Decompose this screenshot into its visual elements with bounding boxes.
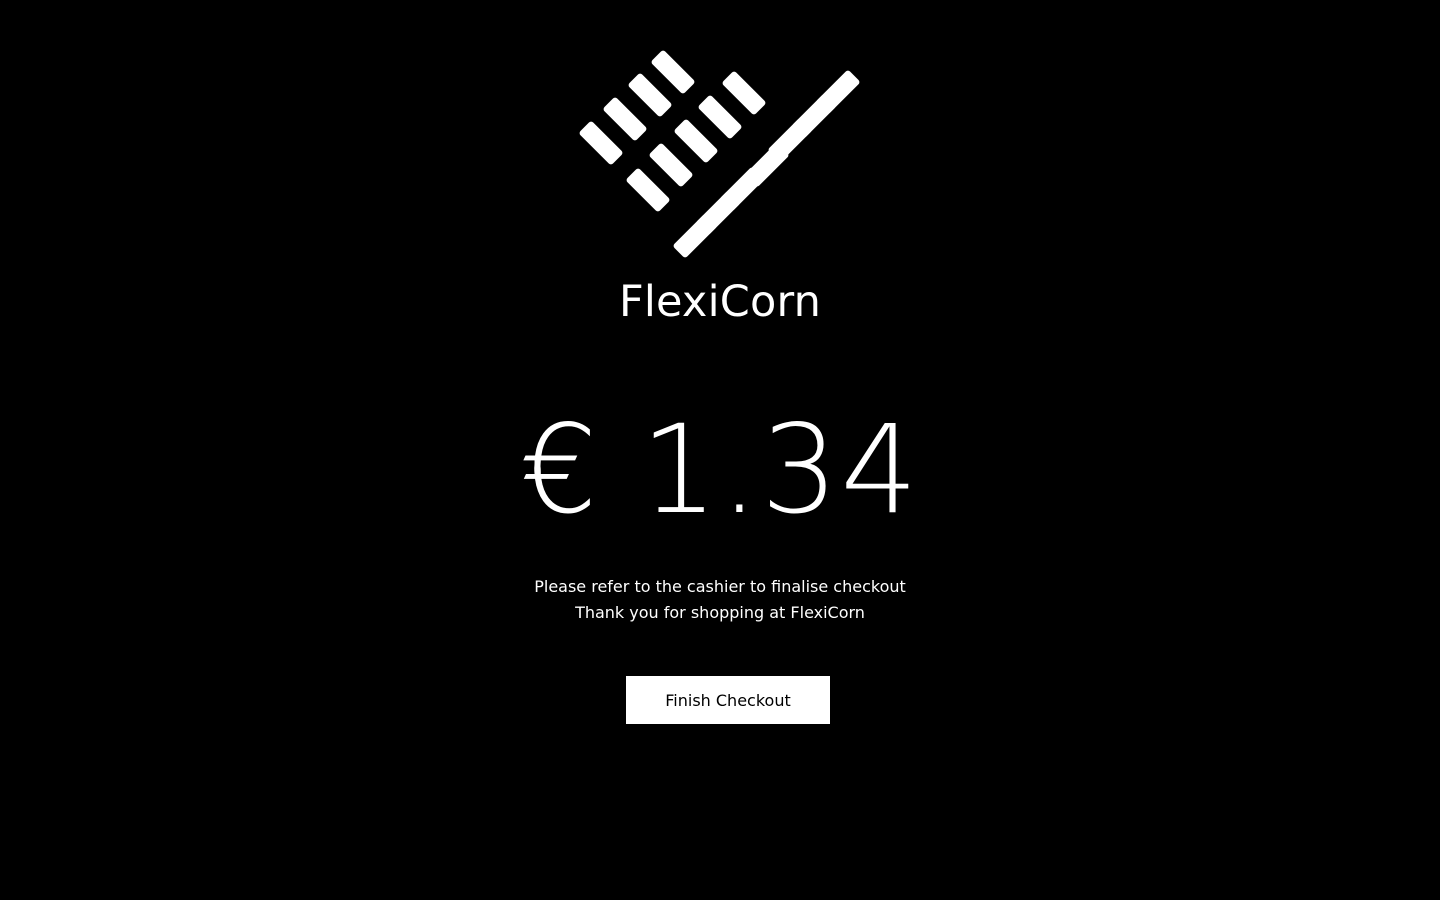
thank-you-text: Thank you for shopping at FlexiCorn — [575, 603, 865, 622]
brand-name: FlexiCorn — [618, 277, 822, 327]
cashier-instruction-text: Please refer to the cashier to finalise … — [534, 577, 906, 596]
finish-checkout-button[interactable]: Finish Checkout — [626, 676, 830, 724]
flexicorn-heart-logo-icon — [579, 50, 860, 258]
checkout-amount: € 1.34 — [519, 399, 921, 541]
